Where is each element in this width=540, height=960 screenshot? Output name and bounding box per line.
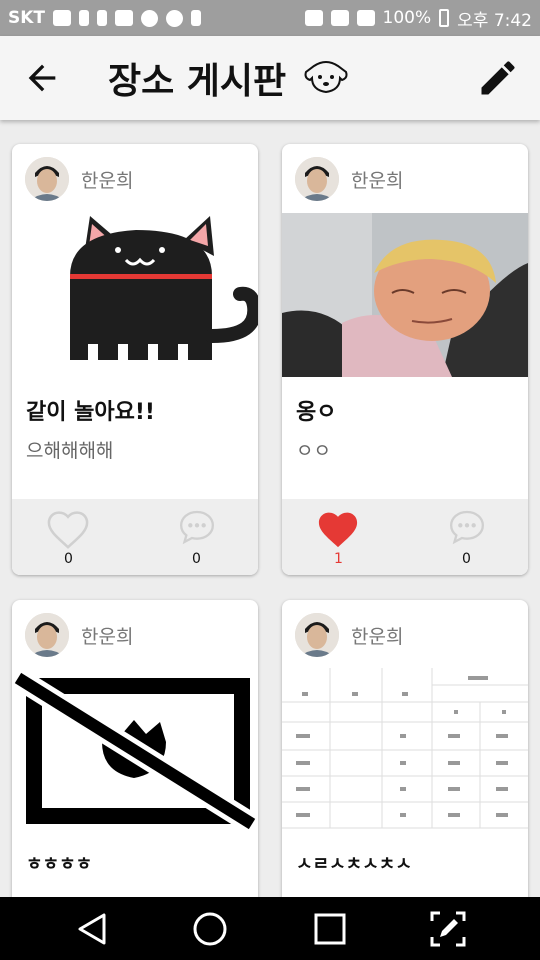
username: 한운희 <box>81 170 134 192</box>
username: 한운희 <box>351 626 404 648</box>
planet-icon <box>166 9 184 27</box>
person-photo <box>282 213 528 377</box>
post-footer: 0 0 <box>12 499 258 575</box>
post-card[interactable]: 한운희 같이 놀아요!! 으해해해해 0 0 <box>12 144 258 575</box>
home-circle-icon[interactable] <box>190 909 230 949</box>
like-count: 0 <box>64 551 73 567</box>
post-card[interactable]: 한운희 옹ㅇ ㅇㅇ 1 0 <box>282 144 528 575</box>
lte-icon <box>330 10 349 26</box>
avatar <box>25 613 69 657</box>
screenshot-edit-icon[interactable] <box>428 909 468 949</box>
post-footer: 1 0 <box>282 499 528 575</box>
page-title: 장소 게시판 <box>108 61 287 102</box>
avatar <box>295 613 339 657</box>
no-image-icon <box>12 672 258 832</box>
post-title: 옹ㅇ <box>296 400 337 425</box>
heart-icon[interactable] <box>46 509 90 549</box>
clock: 오후 7:42 <box>457 10 532 31</box>
post-card[interactable]: 한운희 ㅎㅎㅎㅎ <box>12 600 258 930</box>
sd-card-icon <box>97 10 108 26</box>
gallery-icon <box>115 10 134 26</box>
status-bar: SKT 100% 오후 7:42 <box>0 0 540 36</box>
app-bar: 장소 게시판 <box>0 36 540 120</box>
heart-icon[interactable] <box>316 509 360 549</box>
navigation-bar <box>0 897 540 960</box>
like-count: 1 <box>334 551 343 567</box>
carrier-label: SKT <box>8 8 46 28</box>
message-icon <box>53 10 72 26</box>
username: 한운희 <box>351 170 404 192</box>
avatar <box>295 157 339 201</box>
post-title: ㅎㅎㅎㅎ <box>26 854 93 875</box>
comment-count: 0 <box>462 551 471 567</box>
back-arrow-icon[interactable] <box>22 58 62 98</box>
post-title: ㅅㄹㅅㅊㅅㅊㅅ <box>296 854 412 875</box>
battery-saver-icon <box>191 10 202 26</box>
cat-illustration <box>70 216 258 360</box>
pencil-icon[interactable] <box>476 56 520 100</box>
comment-count: 0 <box>192 551 201 567</box>
table-document-image <box>282 668 528 832</box>
recents-square-icon[interactable] <box>310 909 350 949</box>
battery-percent: 100% <box>382 8 432 28</box>
circle-icon <box>141 9 159 27</box>
battery-icon <box>439 9 450 27</box>
wifi-icon <box>304 10 323 26</box>
dog-face-icon <box>304 61 348 94</box>
post-title: 같이 놀아요!! <box>26 400 155 425</box>
signal-icon <box>356 10 375 26</box>
post-body: 으해해해해 <box>26 440 114 462</box>
back-triangle-icon[interactable] <box>72 909 112 949</box>
post-card[interactable]: 한운희 ㅅㄹㅅㅊㅅㅊㅅ <box>282 600 528 930</box>
username: 한운희 <box>81 626 134 648</box>
avatar <box>25 157 69 201</box>
comment-icon[interactable] <box>176 507 218 547</box>
post-body: ㅇㅇ <box>296 440 331 462</box>
usb-icon <box>79 10 90 26</box>
comment-icon[interactable] <box>446 507 488 547</box>
